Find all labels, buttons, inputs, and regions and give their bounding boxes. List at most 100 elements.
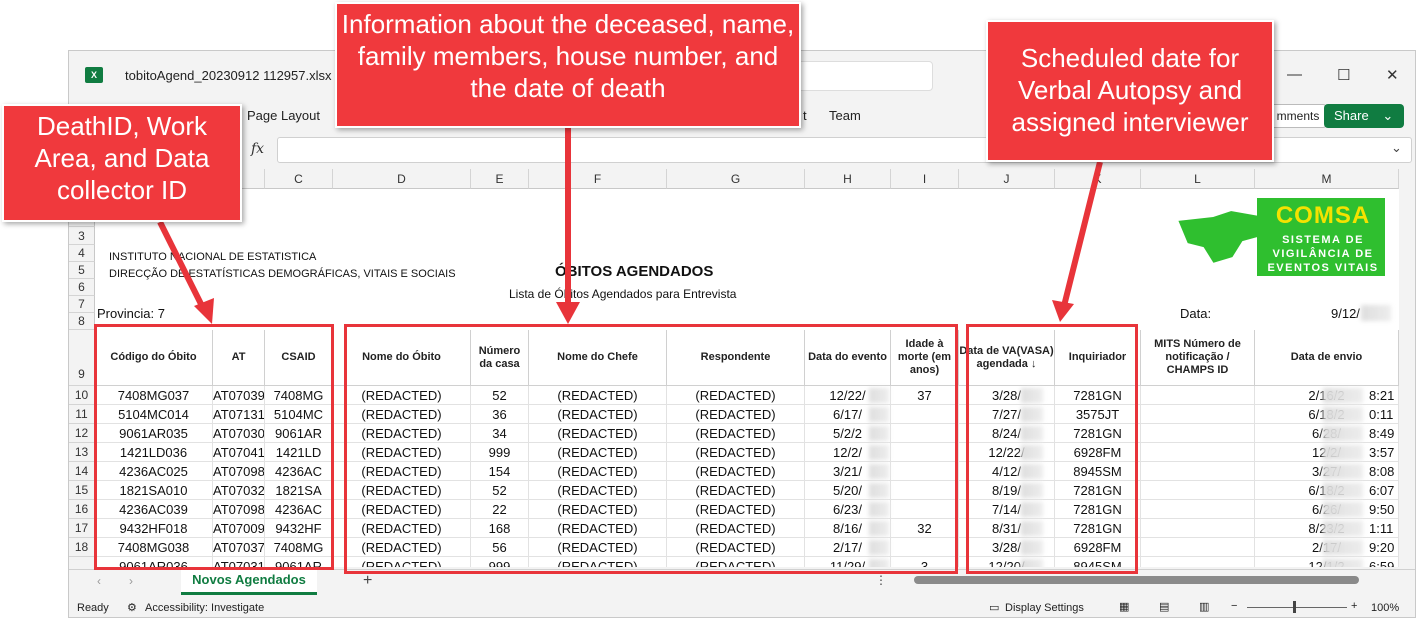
file-name[interactable]: tobitoAgend_20230912 112957.xlsx xyxy=(125,68,332,83)
date-label: Data: xyxy=(1180,306,1212,321)
send-time: 8:49 xyxy=(1369,426,1395,441)
page-break-view-icon[interactable]: ▥ xyxy=(1199,600,1209,613)
column-header-e[interactable]: E xyxy=(471,169,529,189)
redaction-blur xyxy=(1323,502,1363,517)
redaction-blur xyxy=(1361,305,1391,321)
send-time: 0:11 xyxy=(1369,407,1394,422)
tab-novos-agendados[interactable]: Novos Agendados xyxy=(181,569,317,595)
send-time: 9:50 xyxy=(1369,502,1395,517)
excel-icon[interactable]: X xyxy=(85,67,103,83)
callout-right: Scheduled date for Verbal Autopsy and as… xyxy=(986,20,1274,162)
row-header[interactable]: 5 xyxy=(69,262,95,279)
column-header-g[interactable]: G xyxy=(667,169,805,189)
send-time: 1:11 xyxy=(1369,521,1394,536)
comments-button[interactable]: mments xyxy=(1269,104,1327,128)
send-time: 6:59 xyxy=(1369,559,1395,567)
row-header[interactable]: 16 xyxy=(69,500,95,519)
horizontal-scrollbar[interactable] xyxy=(914,576,1359,584)
table-cell[interactable] xyxy=(1141,405,1255,424)
zoom-slider[interactable] xyxy=(1247,607,1347,608)
normal-view-icon[interactable]: ▦ xyxy=(1119,600,1129,613)
column-header-m[interactable]: M xyxy=(1255,169,1399,189)
maximize-icon[interactable]: ☐ xyxy=(1337,66,1350,84)
menu-page-layout[interactable]: Page Layout xyxy=(247,108,320,123)
redaction-blur xyxy=(1323,464,1363,479)
date-value: 9/12/ xyxy=(1331,306,1360,321)
send-time: 9:20 xyxy=(1369,540,1395,555)
minimize-icon[interactable]: — xyxy=(1287,66,1302,83)
column-header-h[interactable]: H xyxy=(805,169,891,189)
row-header[interactable]: 9 xyxy=(69,330,95,386)
row-header[interactable]: 13 xyxy=(69,443,95,462)
column-header-f[interactable]: F xyxy=(529,169,667,189)
redaction-blur xyxy=(1323,559,1363,567)
row-header[interactable]: 7 xyxy=(69,296,95,313)
table-cell[interactable] xyxy=(1141,538,1255,557)
row-header[interactable]: 4 xyxy=(69,245,95,262)
logo-title: COMSA xyxy=(1275,202,1371,229)
function-icon[interactable]: fx xyxy=(251,141,264,157)
callout-middle: Information about the deceased, name, fa… xyxy=(335,2,801,128)
logo-line: SISTEMA DE xyxy=(1282,234,1364,246)
table-cell[interactable] xyxy=(1141,462,1255,481)
add-sheet-button[interactable]: + xyxy=(363,572,372,590)
chevron-down-icon[interactable]: ⌄ xyxy=(1391,140,1402,156)
close-icon[interactable]: ✕ xyxy=(1386,66,1399,84)
row-header[interactable]: 3 xyxy=(69,227,95,245)
report-title: ÓBITOS AGENDADOS xyxy=(555,263,714,280)
table-cell[interactable] xyxy=(1141,519,1255,538)
column-header-l[interactable]: L xyxy=(1141,169,1255,189)
column-header-i[interactable]: I xyxy=(891,169,959,189)
table-cell[interactable] xyxy=(1141,424,1255,443)
send-time: 6:07 xyxy=(1369,483,1395,498)
ready-status: Ready xyxy=(77,602,109,614)
accessibility-icon[interactable]: ⚙ xyxy=(127,601,137,614)
page-layout-view-icon[interactable]: ▤ xyxy=(1159,600,1169,613)
column-header-d[interactable]: D xyxy=(333,169,471,189)
menu-format[interactable]: t xyxy=(803,108,807,123)
display-settings-button[interactable]: Display Settings xyxy=(1005,602,1084,614)
send-time: 8:21 xyxy=(1369,388,1395,403)
share-button[interactable]: Share ⌄ xyxy=(1324,104,1404,128)
row-header[interactable]: 10 xyxy=(69,386,95,405)
zoom-in-icon[interactable]: + xyxy=(1351,600,1357,612)
accessibility-status[interactable]: Accessibility: Investigate xyxy=(145,602,264,614)
table-cell[interactable] xyxy=(1141,386,1255,405)
table-cell[interactable] xyxy=(1141,557,1255,567)
column-header-k[interactable]: K xyxy=(1055,169,1141,189)
chevron-right-icon[interactable]: › xyxy=(129,574,133,588)
map-icon xyxy=(1175,208,1266,266)
direction-text: DIRECÇÃO DE ESTATÍSTICAS DEMOGRÁFICAS, V… xyxy=(109,268,456,280)
row-header[interactable]: 8 xyxy=(69,313,95,330)
row-header[interactable]: 11 xyxy=(69,405,95,424)
column-header-c[interactable]: C xyxy=(265,169,333,189)
chevron-left-icon[interactable]: ‹ xyxy=(97,574,101,588)
zoom-out-icon[interactable]: − xyxy=(1231,600,1237,612)
row-header[interactable]: 17 xyxy=(69,519,95,538)
row-header[interactable]: 6 xyxy=(69,279,95,296)
zoom-level[interactable]: 100% xyxy=(1371,602,1399,614)
row-header[interactable]: 15 xyxy=(69,481,95,500)
column-header-j[interactable]: J xyxy=(959,169,1055,189)
highlight-box-schedule xyxy=(966,324,1138,574)
redaction-blur xyxy=(1323,521,1363,536)
table-cell[interactable] xyxy=(1141,500,1255,519)
row-header[interactable]: 18 xyxy=(69,538,95,557)
menu-team[interactable]: Team xyxy=(829,108,861,123)
row-header[interactable]: 12 xyxy=(69,424,95,443)
row-header[interactable]: 14 xyxy=(69,462,95,481)
row-header[interactable] xyxy=(69,557,95,567)
table-cell[interactable] xyxy=(1141,481,1255,500)
more-icon[interactable]: ⋮ xyxy=(875,573,887,587)
header-cell[interactable]: MITS Número de notificação / CHAMPS ID xyxy=(1141,330,1255,386)
display-settings-icon[interactable]: ▭ xyxy=(989,601,999,614)
highlight-box-ids xyxy=(94,324,334,570)
header-cell[interactable]: Data de envio xyxy=(1255,330,1399,386)
redaction-blur xyxy=(1323,426,1363,441)
report-subtitle: Lista de Óbitos Agendados para Entrevist… xyxy=(509,287,737,301)
status-bar: Ready ⚙ Accessibility: Investigate ▭ Dis… xyxy=(69,597,1415,617)
logo-line: EVENTOS VITAIS xyxy=(1267,262,1379,274)
send-time: 3:57 xyxy=(1369,445,1395,460)
zoom-slider-thumb[interactable] xyxy=(1293,601,1296,613)
table-cell[interactable] xyxy=(1141,443,1255,462)
